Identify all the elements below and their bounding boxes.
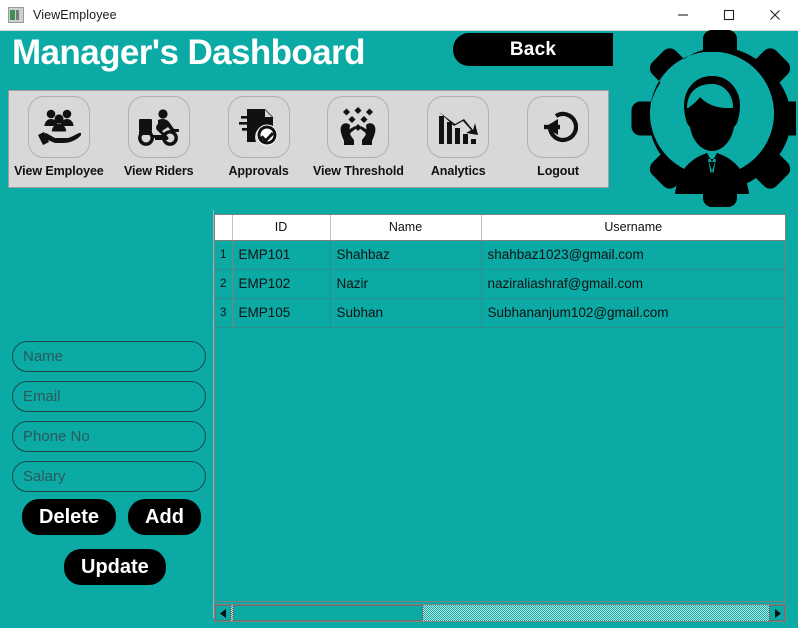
phone-input[interactable]	[12, 421, 206, 452]
cell-username: shahbaz1023@gmail.com	[481, 240, 785, 270]
delivery-scooter-icon	[127, 96, 190, 158]
toolbar-label: View Riders	[123, 164, 194, 178]
email-input[interactable]	[12, 381, 206, 412]
employee-table: ID Name Username 1 EMP101 Shahbaz shahba…	[214, 214, 786, 602]
gear-user-logo	[628, 22, 798, 214]
row-index: 2	[215, 269, 233, 299]
horizontal-scrollbar[interactable]	[214, 604, 786, 622]
main-toolbar: View Employee View Riders Approvals View…	[8, 90, 609, 188]
bar-chart-down-arrow-icon	[427, 96, 490, 158]
toolbar-label: View Employee	[14, 164, 104, 178]
table-row[interactable]: 1 EMP101 Shahbaz shahbaz1023@gmail.com	[215, 240, 785, 270]
toolbar-label: Approvals	[228, 164, 289, 178]
window-title: ViewEmployee	[33, 8, 117, 22]
toolbar-label: View Threshold	[313, 164, 404, 178]
table-header-row: ID Name Username	[215, 215, 785, 241]
people-in-hand-icon	[27, 96, 90, 158]
application-window: ViewEmployee Manager's Dashboard Back Vi…	[0, 0, 798, 628]
cell-id: EMP101	[232, 240, 331, 270]
salary-input[interactable]	[12, 461, 206, 492]
scroll-left-icon[interactable]	[215, 605, 231, 621]
cell-id: EMP102	[232, 269, 331, 299]
form-button-row: Delete Add	[22, 499, 201, 535]
logout-arrow-icon	[527, 96, 590, 158]
toolbar-item-approvals[interactable]: Approvals	[209, 96, 309, 178]
scrollbar-track[interactable]	[423, 605, 769, 621]
cell-name: Shahbaz	[330, 240, 482, 270]
toolbar-item-view-employee[interactable]: View Employee	[9, 96, 109, 178]
table-row[interactable]: 3 EMP105 Subhan Subhananjum102@gmail.com	[215, 298, 785, 328]
employee-form	[12, 341, 208, 501]
cell-username: Subhananjum102@gmail.com	[481, 298, 785, 328]
toolbar-label: Analytics	[430, 164, 486, 178]
toolbar-item-analytics[interactable]: Analytics	[408, 96, 508, 178]
cell-name: Subhan	[330, 298, 482, 328]
app-window-icon	[8, 7, 24, 23]
add-button[interactable]: Add	[128, 499, 201, 535]
hands-coins-icon	[327, 96, 390, 158]
toolbar-item-logout[interactable]: Logout	[508, 96, 608, 178]
table-header-name: Name	[330, 215, 482, 241]
table-row[interactable]: 2 EMP102 Nazir naziraliashraf@gmail.com	[215, 269, 785, 299]
update-button[interactable]: Update	[64, 549, 166, 585]
delete-button[interactable]: Delete	[22, 499, 117, 535]
table-header-username: Username	[481, 215, 785, 241]
name-input[interactable]	[12, 341, 206, 372]
row-index: 1	[215, 240, 233, 270]
table-header-id: ID	[232, 215, 331, 241]
scroll-right-icon[interactable]	[769, 605, 785, 621]
page-title: Manager's Dashboard	[12, 33, 365, 72]
scrollbar-thumb[interactable]	[233, 605, 423, 621]
toolbar-label: Logout	[537, 164, 579, 178]
row-index: 3	[215, 298, 233, 328]
cell-name: Nazir	[330, 269, 482, 299]
back-button[interactable]: Back	[453, 33, 613, 66]
document-check-icon	[227, 96, 290, 158]
cell-id: EMP105	[232, 298, 331, 328]
toolbar-item-view-riders[interactable]: View Riders	[109, 96, 209, 178]
table-header-gutter	[215, 215, 233, 241]
toolbar-item-view-threshold[interactable]: View Threshold	[308, 96, 408, 178]
cell-username: naziraliashraf@gmail.com	[481, 269, 785, 299]
